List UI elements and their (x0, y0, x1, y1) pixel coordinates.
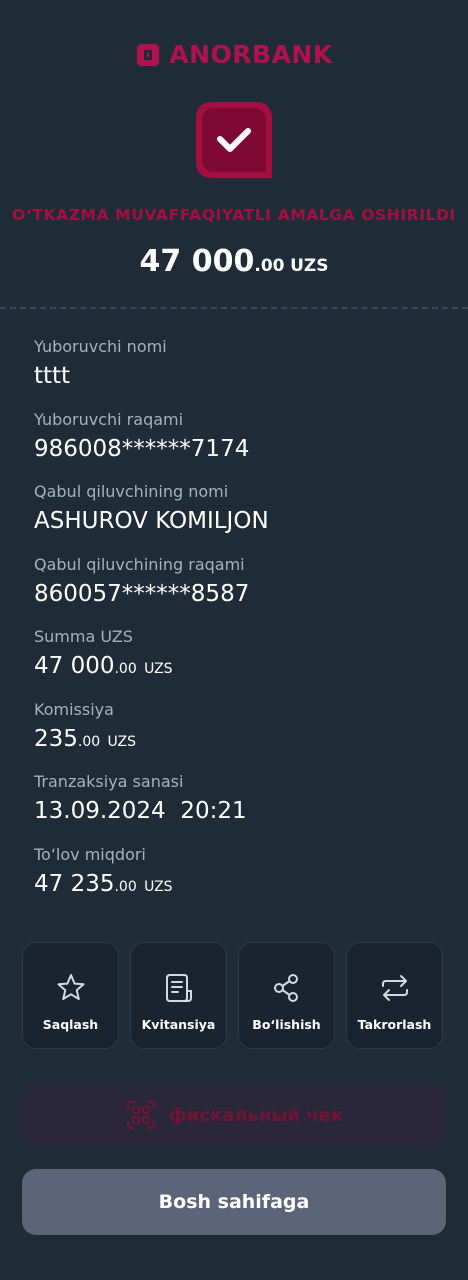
detail-label: Yuboruvchi raqami (34, 409, 184, 429)
amount-currency: UZS (144, 661, 173, 677)
receipt-button[interactable]: Kvitansiya (130, 942, 227, 1049)
commission-integer: 235 (34, 725, 78, 752)
total-decimals: .00 (114, 878, 137, 895)
detail-value: 47 235.00 UZS (34, 867, 454, 904)
dashed-divider (0, 307, 468, 309)
detail-sender-name: Yuboruvchi nomi tttt (34, 335, 454, 408)
repeat-button[interactable]: Takrorlash (346, 942, 443, 1049)
hero-amount: 47 000.00 UZS (0, 244, 468, 279)
detail-total: To‘lov miqdori 47 235.00 UZS (34, 843, 454, 916)
transfer-details: Yuboruvchi nomi tttt Yuboruvchi raqami 9… (34, 335, 454, 915)
detail-label: Yuboruvchi nomi (34, 337, 167, 356)
save-button[interactable]: Saqlash (22, 942, 119, 1049)
detail-label: To‘lov miqdori (34, 844, 146, 864)
detail-amount: Summa UZS 47 000.00 UZS (34, 625, 454, 698)
hero-amount-decimals: .00 (254, 256, 285, 276)
detail-date: Tranzaksiya sanasi 13.09.2024 20:21 (34, 770, 454, 843)
detail-label: Komissiya (34, 699, 114, 719)
star-icon (57, 974, 84, 1000)
detail-value: ASHUROV KOMILJON (34, 508, 269, 534)
total-integer: 47 235 (34, 870, 115, 897)
amount-decimals: .00 (114, 661, 137, 677)
check-icon (196, 102, 272, 178)
fiscal-receipt-button[interactable]: фискальный чек (22, 1084, 446, 1146)
commission-currency: UZS (107, 733, 136, 750)
receipt-button-label: Kvitansiya (141, 1017, 216, 1032)
qr-scan-icon (126, 1100, 155, 1130)
save-button-label: Saqlash (42, 1017, 99, 1032)
detail-value: 47 000.00 UZS (34, 649, 454, 686)
hero-amount-currency: UZS (290, 256, 329, 276)
detail-value: tttt (34, 363, 71, 389)
hero-amount-integer: 47 000 (139, 244, 255, 279)
detail-receiver-number: Qabul qiluvchining raqami 860057******85… (34, 553, 454, 626)
anorbank-logo-icon (137, 43, 160, 66)
detail-label: Qabul qiluvchining nomi (34, 482, 229, 501)
detail-value: 235.00 UZS (34, 722, 454, 759)
share-icon (273, 974, 298, 1002)
receipt-icon (165, 974, 192, 1002)
detail-sender-number: Yuboruvchi raqami 986008******7174 (34, 408, 454, 481)
detail-receiver-name: Qabul qiluvchining nomi ASHUROV KOMILJON (34, 480, 454, 553)
brand-name: ANORBANK (169, 40, 333, 69)
fiscal-receipt-label: фискальный чек (168, 1104, 344, 1126)
share-button[interactable]: Bo‘lishish (238, 942, 335, 1049)
detail-label: Tranzaksiya sanasi (34, 772, 184, 791)
action-bar: Saqlash Kvitansiya Bo‘lishish Takrorlash (22, 942, 446, 1049)
detail-label: Summa UZS (34, 627, 133, 646)
amount-integer: 47 000 (34, 653, 115, 679)
detail-value: 986008******7174 (34, 435, 250, 462)
detail-value: 13.09.2024 20:21 (34, 798, 247, 824)
share-button-label: Bo‘lishish (252, 1017, 321, 1032)
detail-value: 860057******8587 (34, 580, 250, 607)
repeat-icon (381, 975, 408, 1001)
brand-logo: ANORBANK (0, 40, 468, 69)
commission-decimals: .00 (77, 733, 101, 750)
detail-label: Qabul qiluvchining raqami (34, 554, 245, 574)
home-button[interactable]: Bosh sahifaga (22, 1169, 446, 1235)
status-title: O‘TKAZMA MUVAFFAQIYATLI AMALGA OSHIRILDI (12, 206, 456, 224)
total-currency: UZS (144, 878, 173, 895)
repeat-button-label: Takrorlash (357, 1017, 432, 1032)
detail-commission: Komissiya 235.00 UZS (34, 698, 454, 771)
